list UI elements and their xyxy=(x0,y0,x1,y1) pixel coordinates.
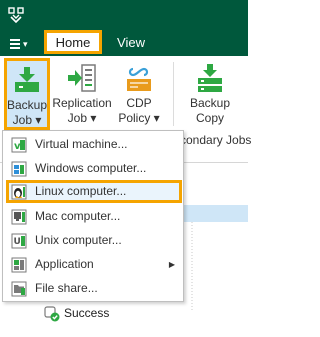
main-menu-button[interactable]: ▾ xyxy=(8,36,36,52)
hamburger-icon xyxy=(10,39,20,51)
menu-bar: ▾ Home View xyxy=(0,30,248,56)
tree-item-success[interactable]: Success xyxy=(44,304,109,322)
replication-job-button[interactable]: Replication Job ▾ xyxy=(52,56,112,134)
menu-item-label: Windows computer... xyxy=(35,161,147,175)
success-label: Success xyxy=(64,306,110,320)
windows-computer-icon xyxy=(11,161,27,177)
cdp-policy-icon xyxy=(127,67,151,91)
ribbon-group-label: condary Jobs xyxy=(180,133,252,147)
menu-item-label: File share... xyxy=(35,281,98,295)
application-icon xyxy=(11,257,27,273)
unix-computer-icon: U xyxy=(11,233,27,249)
mac-computer-icon xyxy=(11,209,27,225)
replication-job-label-line2: Job ▾ xyxy=(67,111,97,125)
menu-item-application[interactable]: Application ▶ xyxy=(3,253,183,276)
menu-item-linux-computer[interactable]: Linux computer... xyxy=(6,180,182,203)
menu-item-unix-computer[interactable]: U Unix computer... xyxy=(3,229,183,252)
backup-job-icon xyxy=(15,67,39,92)
replication-job-label-line1: Replication xyxy=(52,96,112,110)
menu-item-file-share[interactable]: File share... xyxy=(3,277,183,300)
backup-copy-label-line2: Copy xyxy=(195,111,224,125)
backup-job-button[interactable]: Backup Job ▾ xyxy=(4,58,50,130)
menu-item-mac-computer[interactable]: Mac computer... xyxy=(3,205,183,228)
menu-item-label: Mac computer... xyxy=(35,209,121,223)
tab-home[interactable]: Home xyxy=(44,30,102,54)
menu-item-virtual-machine[interactable]: v Virtual machine... xyxy=(3,133,183,156)
backup-job-dropdown-menu: v Virtual machine... Windows computer...… xyxy=(2,130,184,302)
tree-selected-row[interactable] xyxy=(176,205,248,222)
file-share-icon xyxy=(11,281,27,297)
tab-view[interactable]: View xyxy=(108,30,154,56)
svg-text:v: v xyxy=(14,141,21,152)
menu-item-label: Application xyxy=(35,257,94,271)
menu-item-label: Virtual machine... xyxy=(35,137,128,151)
ribbon-separator xyxy=(173,62,174,126)
cdp-policy-label-line2: Policy ▾ xyxy=(118,111,160,125)
menu-item-label: Linux computer... xyxy=(35,184,127,198)
backup-copy-icon xyxy=(198,64,222,92)
cdp-policy-label-line1: CDP xyxy=(126,96,152,110)
backup-job-label-line2: Job ▾ xyxy=(12,113,42,127)
backup-copy-button[interactable]: Backup Copy xyxy=(184,56,236,134)
tree-connector-lines xyxy=(191,222,193,312)
job-status-icon xyxy=(44,306,60,322)
menu-item-windows-computer[interactable]: Windows computer... xyxy=(3,157,183,180)
virtual-machine-icon: v xyxy=(11,137,27,153)
replication-job-icon xyxy=(68,64,96,92)
cdp-policy-button[interactable]: CDP Policy ▾ xyxy=(114,56,164,134)
svg-text:U: U xyxy=(14,237,21,247)
app-logo-icon xyxy=(8,7,24,23)
chevron-down-icon: ▾ xyxy=(23,39,28,49)
backup-job-label-line1: Backup xyxy=(7,98,48,112)
menu-item-label: Unix computer... xyxy=(35,233,122,247)
submenu-arrow-icon: ▶ xyxy=(168,260,175,269)
linux-computer-icon xyxy=(11,184,27,200)
title-bar xyxy=(0,0,248,30)
backup-copy-label-line1: Backup xyxy=(189,96,231,110)
